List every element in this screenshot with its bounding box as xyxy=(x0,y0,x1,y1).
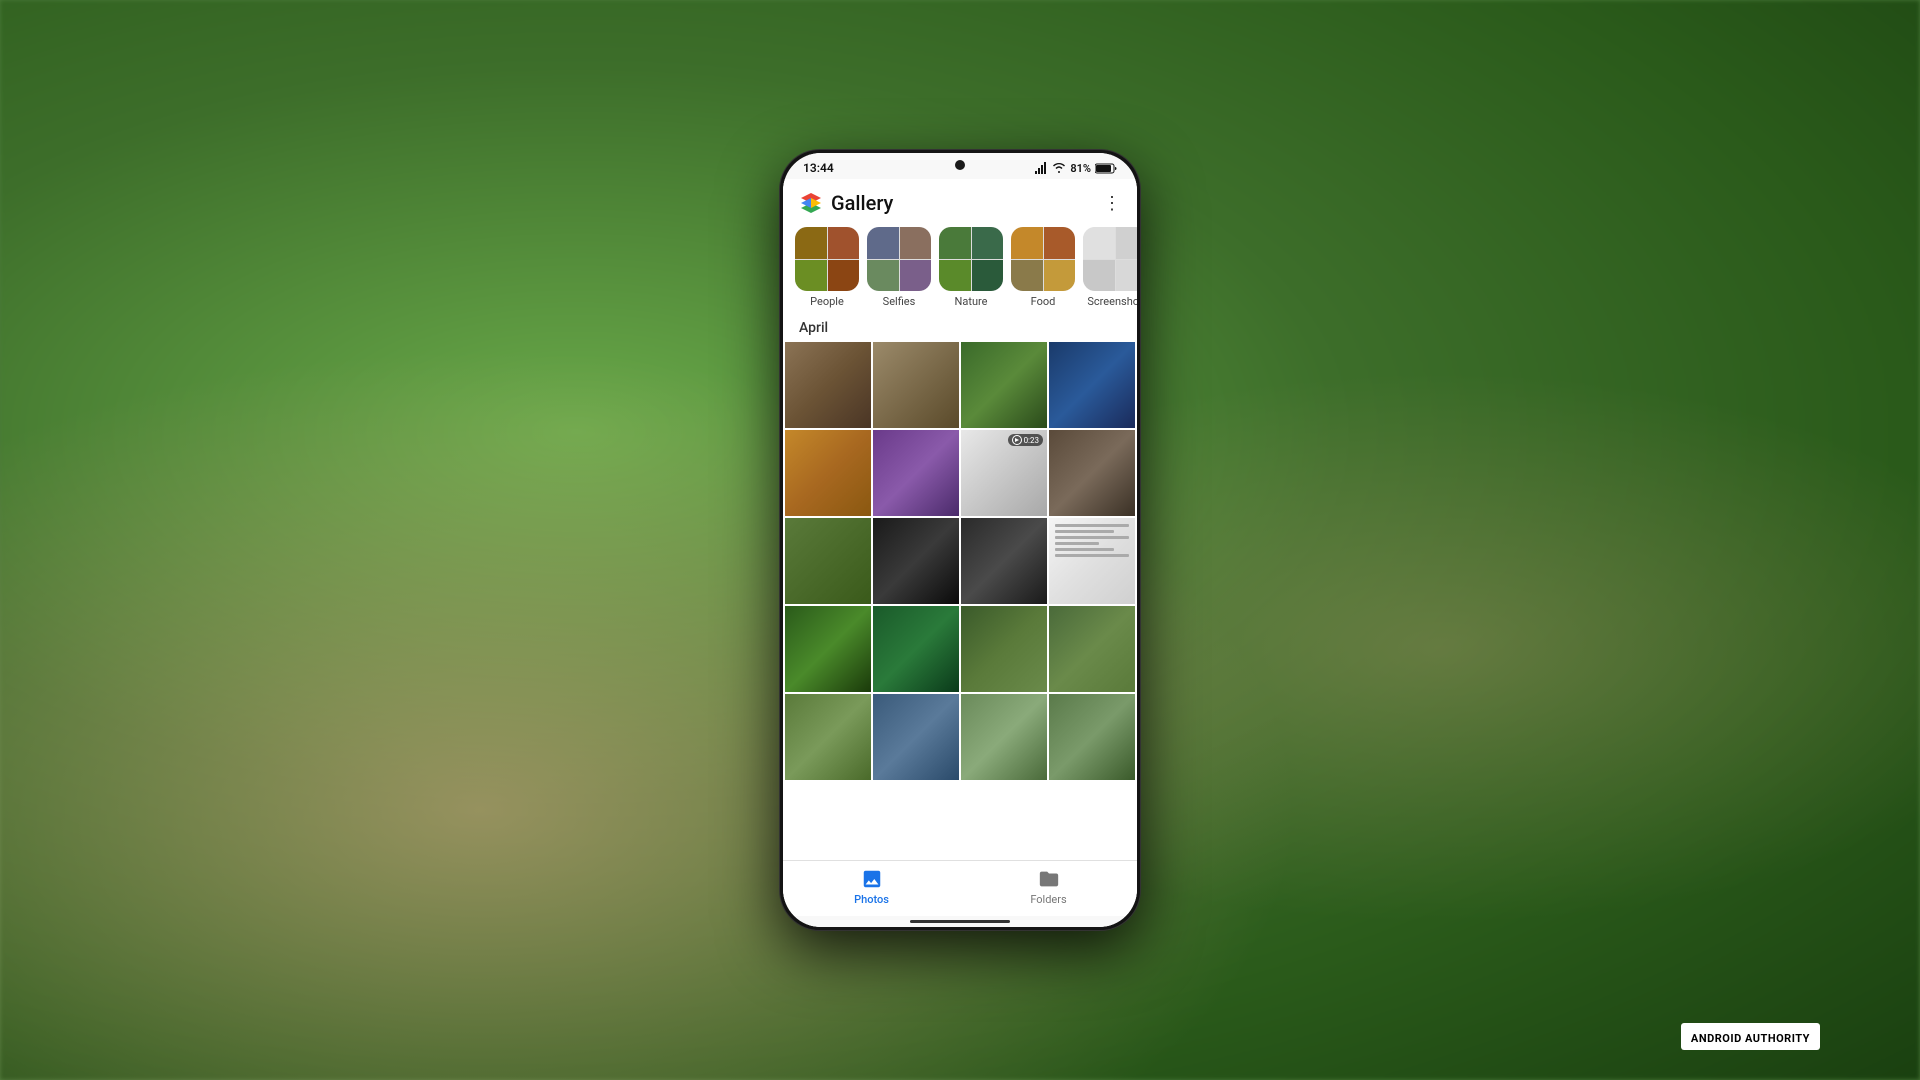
home-bar xyxy=(910,920,1010,923)
categories-row: People Selfies xyxy=(783,223,1137,316)
bottom-nav: Photos Folders xyxy=(783,860,1137,916)
photo-cell-food1[interactable] xyxy=(785,430,871,516)
grid-row-4 xyxy=(785,606,1135,692)
category-screenshots-label: Screenshot xyxy=(1087,295,1137,308)
home-indicator xyxy=(783,916,1137,927)
app-header: Gallery ⋮ xyxy=(783,179,1137,223)
photo-cell-dinner5[interactable] xyxy=(1049,694,1135,780)
photo-cell-purple[interactable] xyxy=(873,430,959,516)
section-april: April xyxy=(783,316,1137,342)
category-nature-thumb xyxy=(939,227,1003,291)
battery-icon xyxy=(1095,163,1117,174)
battery-text: 81% xyxy=(1070,162,1091,175)
grid-row-3 xyxy=(785,518,1135,604)
category-people-label: People xyxy=(810,295,844,308)
video-duration: 0:23 xyxy=(1024,436,1039,445)
status-time: 13:44 xyxy=(803,161,834,175)
photo-cell-blackdog[interactable] xyxy=(873,518,959,604)
category-nature-label: Nature xyxy=(955,295,988,308)
photo-cell-dog1[interactable] xyxy=(785,342,871,428)
watermark-text: ANDROID AUTHORITY xyxy=(1691,1032,1810,1045)
category-food[interactable]: Food xyxy=(1011,227,1075,308)
photo-cell-dog3[interactable] xyxy=(1049,430,1135,516)
category-selfies-label: Selfies xyxy=(883,295,916,308)
category-screenshots-thumb xyxy=(1083,227,1137,291)
photo-cell-catdog[interactable]: 0:23 xyxy=(961,430,1047,516)
app-title-area: Gallery xyxy=(799,191,893,215)
category-selfies[interactable]: Selfies xyxy=(867,227,931,308)
photos-icon xyxy=(861,868,883,890)
camera-notch xyxy=(955,160,965,170)
category-selfies-thumb xyxy=(867,227,931,291)
photos-nav-icon xyxy=(860,867,884,891)
signal-icon xyxy=(1034,162,1048,174)
grid-row-2: 0:23 xyxy=(785,430,1135,516)
photo-cell-dinner[interactable] xyxy=(961,606,1047,692)
photo-cell-forest[interactable] xyxy=(785,606,871,692)
folders-nav-icon xyxy=(1037,867,1061,891)
gallery-logo-icon xyxy=(799,191,823,215)
app-content: Gallery ⋮ xyxy=(783,179,1137,927)
photo-cell-screen1[interactable] xyxy=(1049,342,1135,428)
nav-folders[interactable]: Folders xyxy=(960,867,1137,906)
status-icons: 81% xyxy=(1034,162,1117,175)
phone-screen: 13:44 81% xyxy=(783,153,1137,927)
category-nature[interactable]: Nature xyxy=(939,227,1003,308)
phone-device: 13:44 81% xyxy=(780,150,1140,930)
video-badge: 0:23 xyxy=(1008,434,1043,446)
category-people-thumb xyxy=(795,227,859,291)
photo-cell-dinner4[interactable] xyxy=(961,694,1047,780)
category-food-label: Food xyxy=(1031,295,1056,308)
folders-icon xyxy=(1038,868,1060,890)
watermark: ANDROID AUTHORITY xyxy=(1681,1023,1820,1050)
photo-cell-monkey[interactable] xyxy=(785,518,871,604)
photo-cell-nature1[interactable] xyxy=(961,342,1047,428)
nav-folders-label: Folders xyxy=(1030,893,1066,906)
photo-cell-boat[interactable] xyxy=(873,694,959,780)
photo-cell-blackdog2[interactable] xyxy=(961,518,1047,604)
grid-row-1 xyxy=(785,342,1135,428)
photo-cell-dog2[interactable] xyxy=(873,342,959,428)
photo-cell-dinner3[interactable] xyxy=(785,694,871,780)
photo-cell-letter[interactable] xyxy=(1049,518,1135,604)
nav-photos[interactable]: Photos xyxy=(783,867,960,906)
category-screenshots[interactable]: Screenshot xyxy=(1083,227,1137,308)
category-people[interactable]: People xyxy=(795,227,859,308)
photo-cell-hair[interactable] xyxy=(873,606,959,692)
play-icon xyxy=(1012,435,1022,445)
phone-wrapper: 13:44 81% xyxy=(780,150,1140,930)
more-options-icon[interactable]: ⋮ xyxy=(1103,193,1121,214)
category-food-thumb xyxy=(1011,227,1075,291)
photo-cell-dinner2[interactable] xyxy=(1049,606,1135,692)
wifi-icon xyxy=(1052,163,1066,173)
photo-grid: 0:23 xyxy=(783,342,1137,860)
nav-photos-label: Photos xyxy=(854,893,889,906)
app-title: Gallery xyxy=(831,191,893,215)
grid-row-5 xyxy=(785,694,1135,780)
